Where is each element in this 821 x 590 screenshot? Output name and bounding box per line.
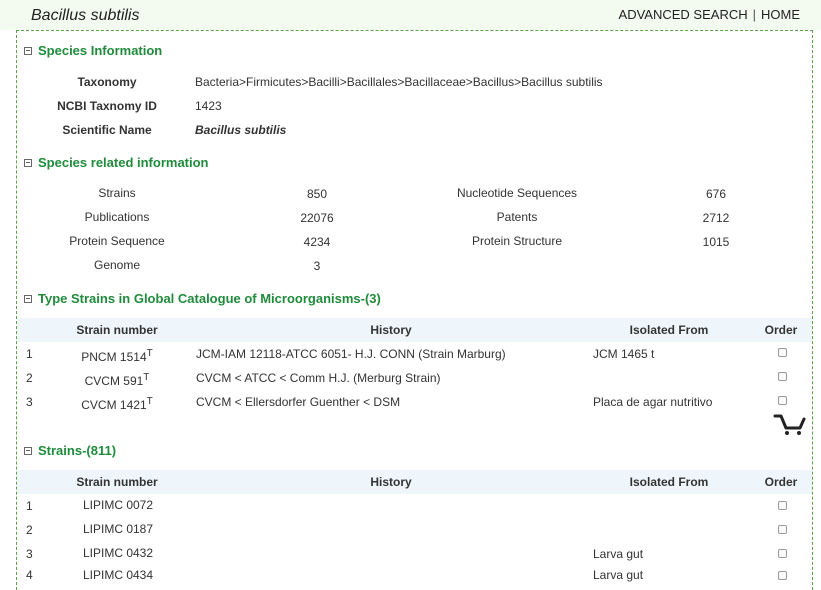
genome-value[interactable]: 3: [314, 259, 321, 273]
isolated-from-cell: Larva gut: [593, 547, 644, 561]
type-strains-heading[interactable]: Type Strains in Global Catalogue of Micr…: [24, 291, 381, 306]
taxonomy-value: Bacteria>Firmicutes>Bacilli>Bacillales>B…: [195, 75, 603, 89]
patents-label: Patents: [496, 210, 538, 224]
collapse-square-icon[interactable]: [24, 158, 32, 167]
col-isolated-from: Isolated From: [629, 475, 709, 489]
top-nav: ADVANCED SEARCH | HOME: [619, 7, 800, 22]
strains-count-value[interactable]: 850: [307, 187, 327, 201]
strain-number[interactable]: CVCM 1421: [81, 398, 146, 412]
nucleotide-sequences-label: Nucleotide Sequences: [456, 186, 578, 200]
section-title: Species Information: [38, 43, 163, 58]
isolated-from-cell: Placa de agar nutritivo: [593, 395, 713, 409]
publications-label: Publications: [84, 210, 150, 224]
type-strain-marker: T: [143, 372, 150, 383]
taxonomy-label: Taxonomy: [77, 75, 137, 89]
order-checkbox[interactable]: [778, 348, 787, 357]
row-index: 2: [26, 371, 33, 385]
section-title: Type Strains in Global Catalogue of Micr…: [38, 291, 381, 306]
strain-number[interactable]: PNCM 1514: [81, 350, 146, 364]
col-order: Order: [764, 323, 798, 337]
section-title: Strains-(811): [38, 443, 117, 458]
order-checkbox[interactable]: [778, 549, 787, 558]
col-order: Order: [764, 475, 798, 489]
strains-count-label: Strains: [98, 186, 136, 200]
history-cell: CVCM < ATCC < Comm H.J. (Merburg Strain): [196, 371, 441, 385]
row-index: 1: [26, 499, 33, 513]
strain-number-link[interactable]: LIPIMC 0072: [83, 498, 153, 512]
history-cell: CVCM < Ellersdorfer Guenther < DSM: [196, 395, 401, 409]
ncbi-taxonomy-value: 1423: [195, 99, 222, 113]
protein-structure-value[interactable]: 1015: [703, 235, 730, 249]
col-strain-number: Strain number: [76, 323, 158, 337]
strain-number-link[interactable]: CVCM 591T: [85, 372, 150, 388]
page-title: Bacillus subtilis: [31, 7, 140, 24]
row-index: 3: [26, 547, 33, 561]
order-checkbox[interactable]: [778, 571, 787, 580]
col-history: History: [370, 475, 412, 489]
home-link[interactable]: HOME: [761, 7, 800, 22]
protein-sequence-value[interactable]: 4234: [304, 235, 331, 249]
strains-heading[interactable]: Strains-(811): [24, 443, 116, 458]
row-index: 3: [26, 395, 33, 409]
strains-table-header: Strain number History Isolated From Orde…: [17, 470, 812, 494]
strain-number-link[interactable]: LIPIMC 0432: [83, 546, 153, 560]
strain-number-link[interactable]: LIPIMC 0187: [83, 522, 153, 536]
order-checkbox[interactable]: [778, 501, 787, 510]
order-checkbox[interactable]: [778, 396, 787, 405]
col-strain-number: Strain number: [76, 475, 158, 489]
type-strain-marker: T: [146, 396, 153, 407]
section-title: Species related information: [38, 155, 209, 170]
ncbi-taxonomy-label: NCBI Taxnomy ID: [57, 99, 157, 113]
species-information-heading[interactable]: Species Information: [24, 43, 162, 58]
genome-label: Genome: [93, 258, 141, 272]
col-history: History: [370, 323, 412, 337]
history-cell: JCM-IAM 12118-ATCC 6051- H.J. CONN (Stra…: [196, 347, 506, 361]
collapse-square-icon[interactable]: [24, 446, 32, 455]
nucleotide-sequences-value[interactable]: 676: [706, 187, 726, 201]
order-checkbox[interactable]: [778, 525, 787, 534]
order-checkbox[interactable]: [778, 372, 787, 381]
scientific-name-label: Scientific Name: [62, 123, 152, 137]
nav-separator: |: [752, 7, 756, 22]
collapse-square-icon[interactable]: [24, 294, 32, 303]
col-isolated-from: Isolated From: [629, 323, 709, 337]
protein-sequence-label: Protein Sequence: [69, 234, 165, 248]
shopping-cart-icon[interactable]: [773, 412, 807, 436]
publications-value[interactable]: 22076: [300, 211, 333, 225]
collapse-square-icon[interactable]: [24, 46, 32, 55]
advanced-search-link[interactable]: ADVANCED SEARCH: [619, 7, 748, 22]
protein-structure-label: Protein Structure: [471, 234, 563, 248]
strain-number-link[interactable]: CVCM 1421T: [81, 396, 152, 412]
scientific-name-value: Bacillus subtilis: [195, 123, 287, 137]
patents-value[interactable]: 2712: [703, 211, 730, 225]
type-strain-marker: T: [146, 348, 153, 359]
strain-number[interactable]: CVCM 591: [85, 374, 144, 388]
species-related-heading[interactable]: Species related information: [24, 155, 209, 170]
row-index: 2: [26, 523, 33, 537]
type-strains-table-header: Strain number History Isolated From Orde…: [17, 318, 812, 342]
row-index: 1: [26, 347, 33, 361]
strain-number-link[interactable]: PNCM 1514T: [81, 348, 152, 364]
isolated-from-cell: JCM 1465 t: [593, 347, 655, 361]
